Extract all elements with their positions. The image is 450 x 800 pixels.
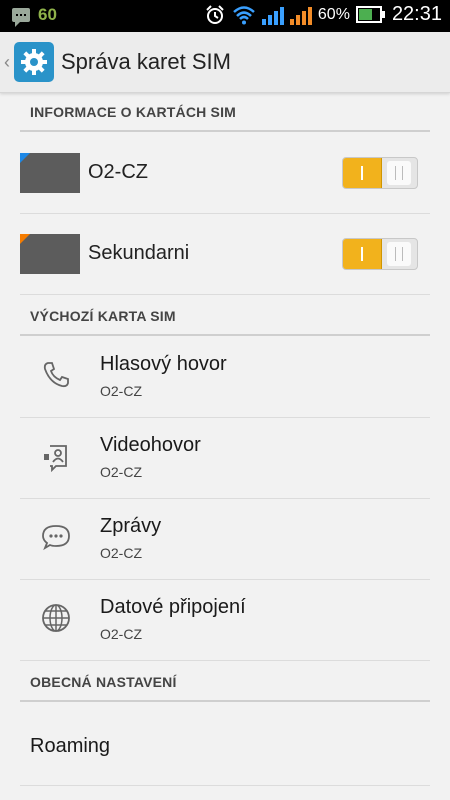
status-bar: 60 60% 22:31: [0, 0, 450, 32]
wifi-icon: [233, 5, 255, 24]
page-title: Správa karet SIM: [61, 49, 231, 74]
alarm-icon: [206, 4, 224, 24]
sim-2-toggle[interactable]: [342, 238, 418, 270]
pref-data-connection[interactable]: Datové připojení O2-CZ: [20, 580, 430, 661]
pref-title: Datové připojení: [100, 596, 246, 618]
pref-messages[interactable]: Zprávy O2-CZ: [20, 499, 430, 580]
message-icon: [42, 525, 70, 551]
pref-title: Zprávy: [100, 515, 162, 537]
pref-title: Hlasový hovor: [100, 353, 227, 375]
notification-count: 60: [38, 5, 57, 24]
sim-name: Sekundarni: [88, 242, 190, 264]
status-bar-right: 60% 22:31: [204, 3, 442, 26]
settings-gear-icon[interactable]: [14, 42, 54, 82]
sim-1-toggle[interactable]: [342, 157, 418, 189]
globe-icon: [42, 604, 70, 632]
status-bar-left: 60: [12, 5, 57, 27]
signal-sim2-icon: [289, 5, 312, 25]
section-header-label: INFORMACE O KARTÁCH SIM: [30, 104, 237, 120]
pref-value: O2-CZ: [100, 464, 142, 480]
pref-video-call[interactable]: Videohovor O2-CZ: [20, 418, 430, 499]
pref-title: Videohovor: [100, 434, 201, 456]
pref-value: O2-CZ: [100, 626, 142, 642]
battery-icon: [355, 6, 385, 23]
action-bar: ‹ Správa karet SIM: [0, 32, 450, 93]
section-header-default-sim: VÝCHOZÍ KARTA SIM: [20, 300, 430, 336]
signal-sim1-icon: [261, 5, 284, 25]
sim-row-1[interactable]: O2-CZ: [20, 133, 430, 214]
pref-roaming[interactable]: Roaming: [20, 703, 430, 786]
clock: 22:31: [391, 3, 442, 25]
section-header-label: OBECNÁ NASTAVENÍ: [30, 674, 177, 690]
phone-icon: [43, 362, 69, 388]
pref-title: Roaming: [30, 735, 111, 757]
pref-voice-call[interactable]: Hlasový hovor O2-CZ: [20, 337, 430, 418]
battery-percent: 60%: [317, 5, 350, 23]
sim-card-icon: [20, 153, 80, 193]
sim-row-2[interactable]: Sekundarni: [20, 214, 430, 295]
pref-value: O2-CZ: [100, 383, 142, 399]
section-header-general: OBECNÁ NASTAVENÍ: [20, 666, 430, 702]
sim-card-icon: [20, 234, 80, 274]
video-call-icon: [44, 445, 67, 472]
pref-value: O2-CZ: [100, 545, 142, 561]
back-chevron-icon[interactable]: ‹: [4, 52, 10, 72]
sim-name: O2-CZ: [88, 161, 148, 183]
section-header-sim-info: INFORMACE O KARTÁCH SIM: [20, 96, 430, 132]
section-header-label: VÝCHOZÍ KARTA SIM: [30, 308, 176, 324]
chat-notification-icon: [12, 8, 30, 27]
